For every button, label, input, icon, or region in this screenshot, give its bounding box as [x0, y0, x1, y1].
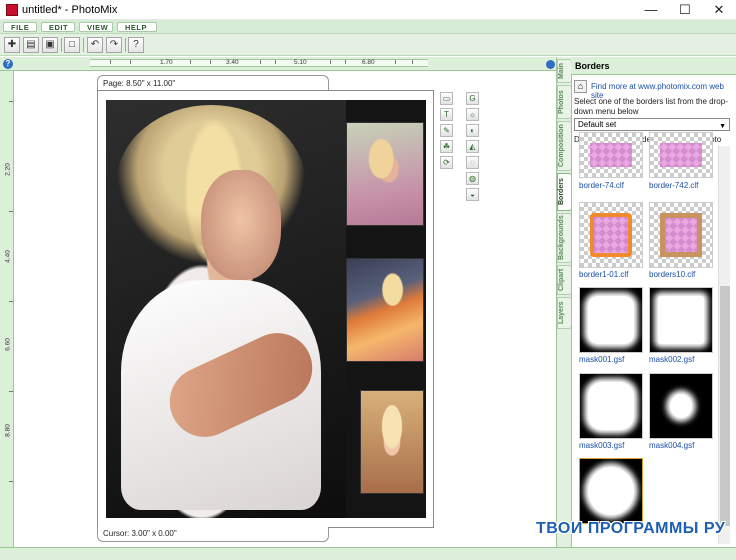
blur-icon[interactable]: ◌: [466, 156, 479, 169]
minimize-button[interactable]: —: [634, 0, 668, 20]
border-thumbnail[interactable]: [649, 132, 713, 178]
menu-file[interactable]: FILE: [3, 22, 37, 32]
mask-thumbnail[interactable]: [649, 373, 713, 439]
mask-thumbnail[interactable]: [579, 373, 643, 439]
save-icon[interactable]: ▣: [42, 37, 58, 53]
undo-icon[interactable]: ↶: [87, 37, 103, 53]
sharpen-icon[interactable]: ◭: [466, 140, 479, 153]
toolbar-separator: [125, 38, 126, 52]
ruler-label: 6.60: [4, 338, 12, 351]
window-title: untitled* - PhotoMix: [22, 4, 118, 16]
ruler-label: 3.40: [226, 59, 239, 66]
text-icon[interactable]: T: [440, 108, 453, 121]
tab-backgrounds[interactable]: Backgrounds: [557, 213, 572, 263]
ruler-label: 2.20: [4, 163, 12, 176]
contrast-icon[interactable]: ◐: [466, 124, 479, 137]
rotate-icon[interactable]: ⟳: [440, 156, 453, 169]
photo-collage[interactable]: [106, 100, 426, 518]
tab-photos[interactable]: Photos: [557, 85, 572, 119]
toolbar-separator: [83, 38, 84, 52]
shadow-icon[interactable]: ◒: [466, 188, 479, 201]
close-button[interactable]: ✕: [702, 0, 736, 20]
photo-thumbnail[interactable]: [346, 258, 424, 362]
object-tools: ▭ T ✎ ☘ ⟳: [440, 92, 454, 170]
menu-help[interactable]: HELP: [117, 22, 157, 32]
panel-scrollbar[interactable]: [718, 146, 730, 544]
select-value: Default set: [578, 120, 617, 129]
vertical-ruler[interactable]: 2.20 4.40 6.60 8.80: [0, 71, 14, 547]
border-thumbnail[interactable]: [579, 132, 643, 178]
chevron-down-icon: ▼: [719, 123, 726, 130]
horizontal-ruler[interactable]: 1.70 3.40 5.10 6.80: [90, 59, 428, 67]
border-thumbnail[interactable]: [649, 202, 713, 268]
opacity-icon[interactable]: ◍: [466, 172, 479, 185]
mask-thumbnail[interactable]: [579, 458, 643, 524]
redo-icon[interactable]: ↷: [106, 37, 122, 53]
border-thumbnail[interactable]: [579, 202, 643, 268]
home-icon[interactable]: ⌂: [574, 80, 587, 93]
photo-thumbnail[interactable]: [360, 390, 424, 494]
maximize-button[interactable]: ☐: [668, 0, 702, 20]
ruler-label: 6.80: [362, 59, 375, 66]
grayscale-icon[interactable]: G: [466, 92, 479, 105]
mask-label: mask004.gsf: [649, 441, 695, 450]
ruler-label: 5.10: [294, 59, 307, 66]
photo-face: [201, 170, 281, 280]
menu-edit[interactable]: EDIT: [41, 22, 75, 32]
side-tabs: Main Photos Composition Borders Backgrou…: [556, 57, 572, 547]
fit-icon[interactable]: □: [64, 37, 80, 53]
panel-title: Borders: [571, 57, 736, 75]
tab-main[interactable]: Main: [557, 59, 572, 83]
mask-label: mask002.gsf: [649, 355, 695, 364]
border-label: border-74.clf: [579, 181, 624, 190]
toolbar-separator: [61, 38, 62, 52]
border-label: border1-01.clf: [579, 270, 629, 279]
image-icon[interactable]: ▭: [440, 92, 453, 105]
scrollbar-thumb[interactable]: [720, 286, 730, 526]
ruler-label: 8.80: [4, 424, 12, 437]
watermark: ТВОИ ПРОГРАММЫ РУ: [536, 520, 726, 537]
cursor-position-label: Cursor: 3.00" x 0.00": [97, 527, 329, 542]
border-label: border-742.clf: [649, 181, 699, 190]
mask-label: mask001.gsf: [579, 355, 625, 364]
toolbar: ✚ ▤ ▣ □ ↶ ↷ ?: [0, 34, 736, 56]
main-photo[interactable]: [106, 100, 346, 518]
mask-thumbnail[interactable]: [579, 287, 643, 353]
open-icon[interactable]: ▤: [23, 37, 39, 53]
tab-composition[interactable]: Composition: [557, 121, 572, 171]
status-bar: [0, 547, 736, 560]
border-label: borders10.clf: [649, 270, 696, 279]
shapes-icon[interactable]: ☘: [440, 140, 453, 153]
border-set-select[interactable]: Default set ▼: [574, 118, 730, 131]
panel-description: Select one of the borders list from the …: [574, 97, 728, 116]
tab-clipart[interactable]: Clipart: [557, 265, 572, 295]
menu-view[interactable]: VIEW: [79, 22, 113, 32]
help-icon[interactable]: ?: [3, 59, 13, 69]
tab-layers[interactable]: Layers: [557, 297, 572, 329]
menu-bar: FILE EDIT VIEW HELP: [0, 20, 736, 34]
photo-thumbnail[interactable]: [346, 122, 424, 226]
mask-label: mask003.gsf: [579, 441, 625, 450]
photomix-app-icon: [6, 4, 18, 16]
new-icon[interactable]: ✚: [4, 37, 20, 53]
paint-icon[interactable]: ✎: [440, 124, 453, 137]
title-bar: untitled* - PhotoMix — ☐ ✕: [0, 0, 736, 20]
tab-borders[interactable]: Borders: [557, 173, 572, 211]
brightness-icon[interactable]: ☼: [466, 108, 479, 121]
adjust-tools: G ☼ ◐ ◭ ◌ ◍ ◒: [466, 92, 480, 202]
borders-grid: border-74.clf border-742.clf border1-01.…: [575, 132, 717, 544]
panel-toggle-icon[interactable]: [546, 60, 555, 69]
ruler-label: 1.70: [160, 59, 173, 66]
help-icon[interactable]: ?: [128, 37, 144, 53]
ruler-label: 4.40: [4, 250, 12, 263]
page-size-label: Page: 8.50" x 11.00": [97, 75, 329, 91]
mask-thumbnail[interactable]: [649, 287, 713, 353]
